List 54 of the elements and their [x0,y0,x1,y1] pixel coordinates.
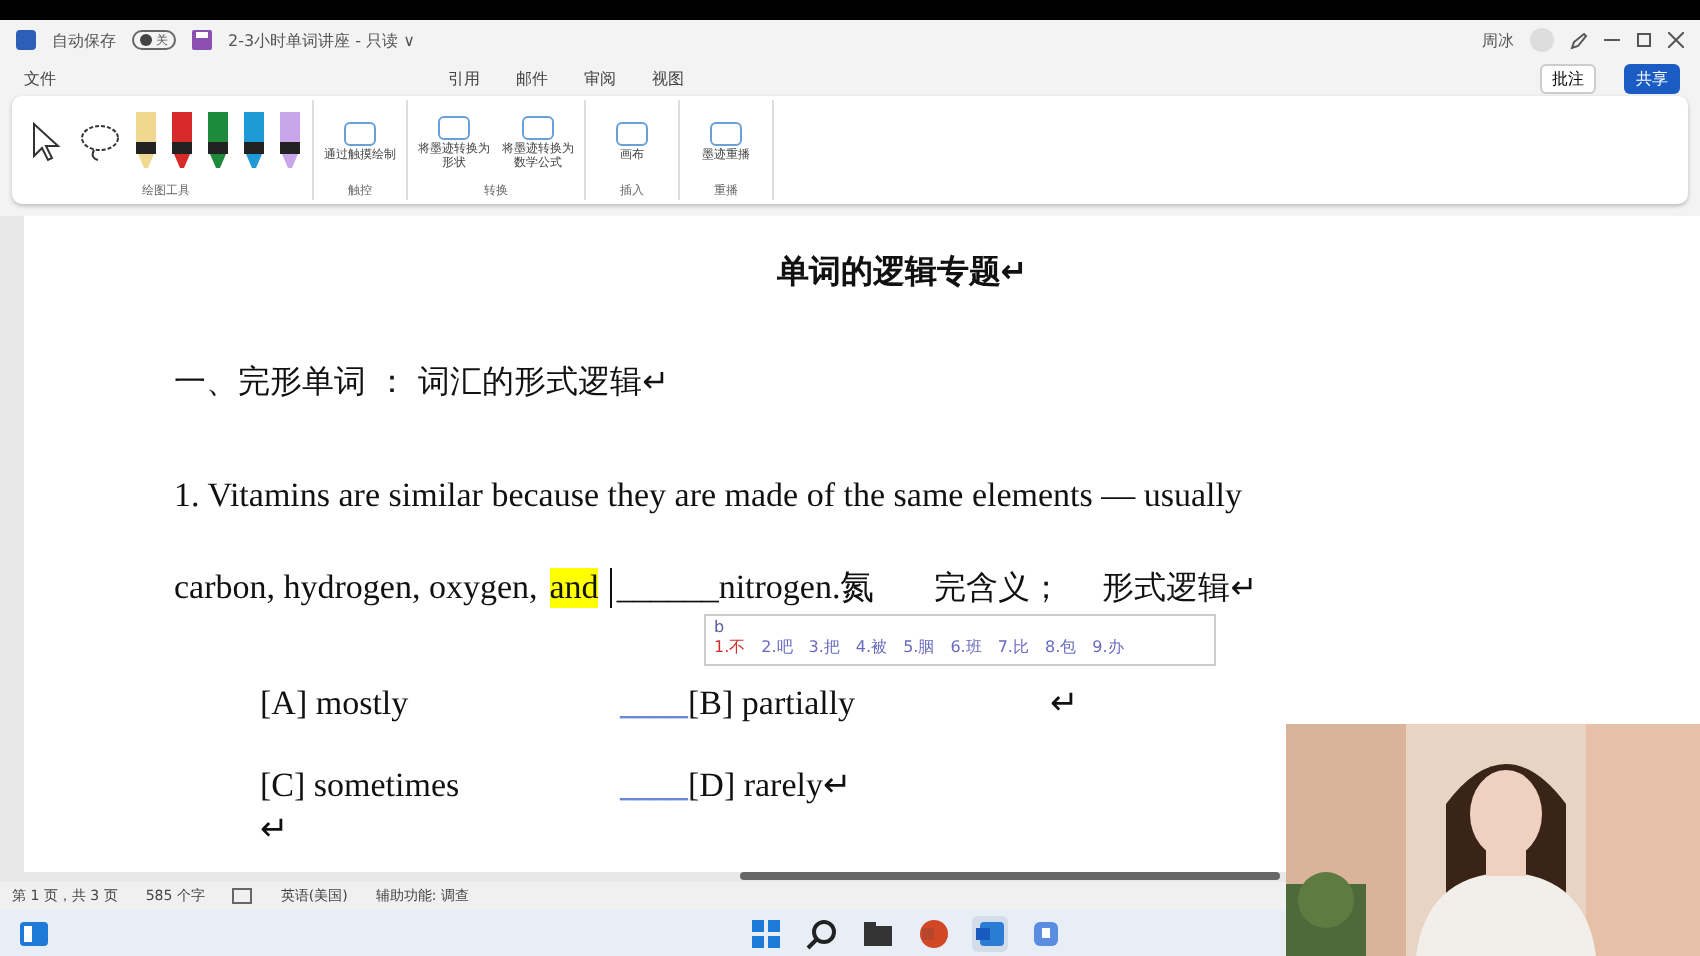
note-text: 形式逻辑↵ [1102,568,1258,610]
question-text: carbon, hydrogen, oxygen, [174,568,538,608]
highlighted-word: and [549,568,599,608]
option-text: ↵ [1050,684,1078,722]
book-icon[interactable] [232,888,253,904]
menu-tab[interactable]: 邮件 [512,65,552,91]
scrollbar[interactable] [740,872,1280,880]
user-name: 周冰 [1482,29,1514,51]
ime-candidate[interactable]: 6.班 [950,636,982,658]
answer-blank[interactable]: ______ [610,568,719,608]
note-text: 完含义； [934,568,1063,610]
pointer-icon[interactable] [30,121,66,161]
pen-icon[interactable] [134,111,158,171]
lasso-icon[interactable] [78,121,122,161]
menu-tab[interactable]: 审阅 [580,65,620,91]
ime-candidate[interactable]: 1.不 [714,636,746,658]
pen-icon[interactable] [1570,31,1588,49]
search-icon[interactable] [804,915,840,951]
question-text: 1. Vitamins are similar because they are made of the same elements — usually [174,476,1242,516]
autosave-label: 自动保存 [52,29,116,51]
close-icon[interactable] [1668,32,1684,48]
word-icon[interactable] [972,915,1008,951]
restore-icon[interactable] [1636,32,1652,48]
comment-button[interactable]: 批注 [1540,63,1596,93]
ime-candidate[interactable]: 9.办 [1092,636,1124,658]
pen-icon[interactable] [278,111,302,171]
option-text: [D] rarely↵ [688,765,851,804]
paragraph-mark: ↵ [260,812,288,847]
ime-candidate[interactable]: 8.包 [1044,636,1077,658]
ime-input-text: b [714,618,727,636]
pen-icon[interactable] [242,111,266,171]
menu-tab[interactable]: 视图 [648,65,688,91]
save-icon[interactable] [192,30,212,50]
pen-icon[interactable] [206,111,230,171]
ime-candidate[interactable]: 2.吧 [761,636,793,658]
ime-candidate[interactable]: 7.比 [997,636,1029,658]
menu-tab[interactable]: 文件 [20,65,60,91]
section-heading: 一、完形单词 ： 词汇的形式逻辑↵ [174,362,672,404]
share-button[interactable]: 共享 [1624,63,1680,93]
word-icon [16,30,36,50]
document-title-text: 单词的逻辑专题↵ [774,252,1030,294]
ime-candidate[interactable]: 3.把 [808,636,840,658]
question-text: nitrogen.氮 [718,566,875,610]
pen-icon[interactable] [170,111,194,171]
powerpoint-icon[interactable] [916,915,952,951]
option-text: [A] mostly [260,684,409,722]
ime-candidate[interactable]: 4.被 [855,636,888,658]
option-text: [C] sometimes [260,765,460,804]
start-icon[interactable] [748,915,784,951]
option-text: [B] partially [688,684,856,722]
widgets-icon[interactable] [20,921,48,945]
document-title: 2-3小时单词讲座 - 只读 ∨ [228,29,415,51]
menu-tab[interactable]: 引用 [444,65,484,91]
ime-candidate[interactable]: 5.胭 [903,636,935,658]
